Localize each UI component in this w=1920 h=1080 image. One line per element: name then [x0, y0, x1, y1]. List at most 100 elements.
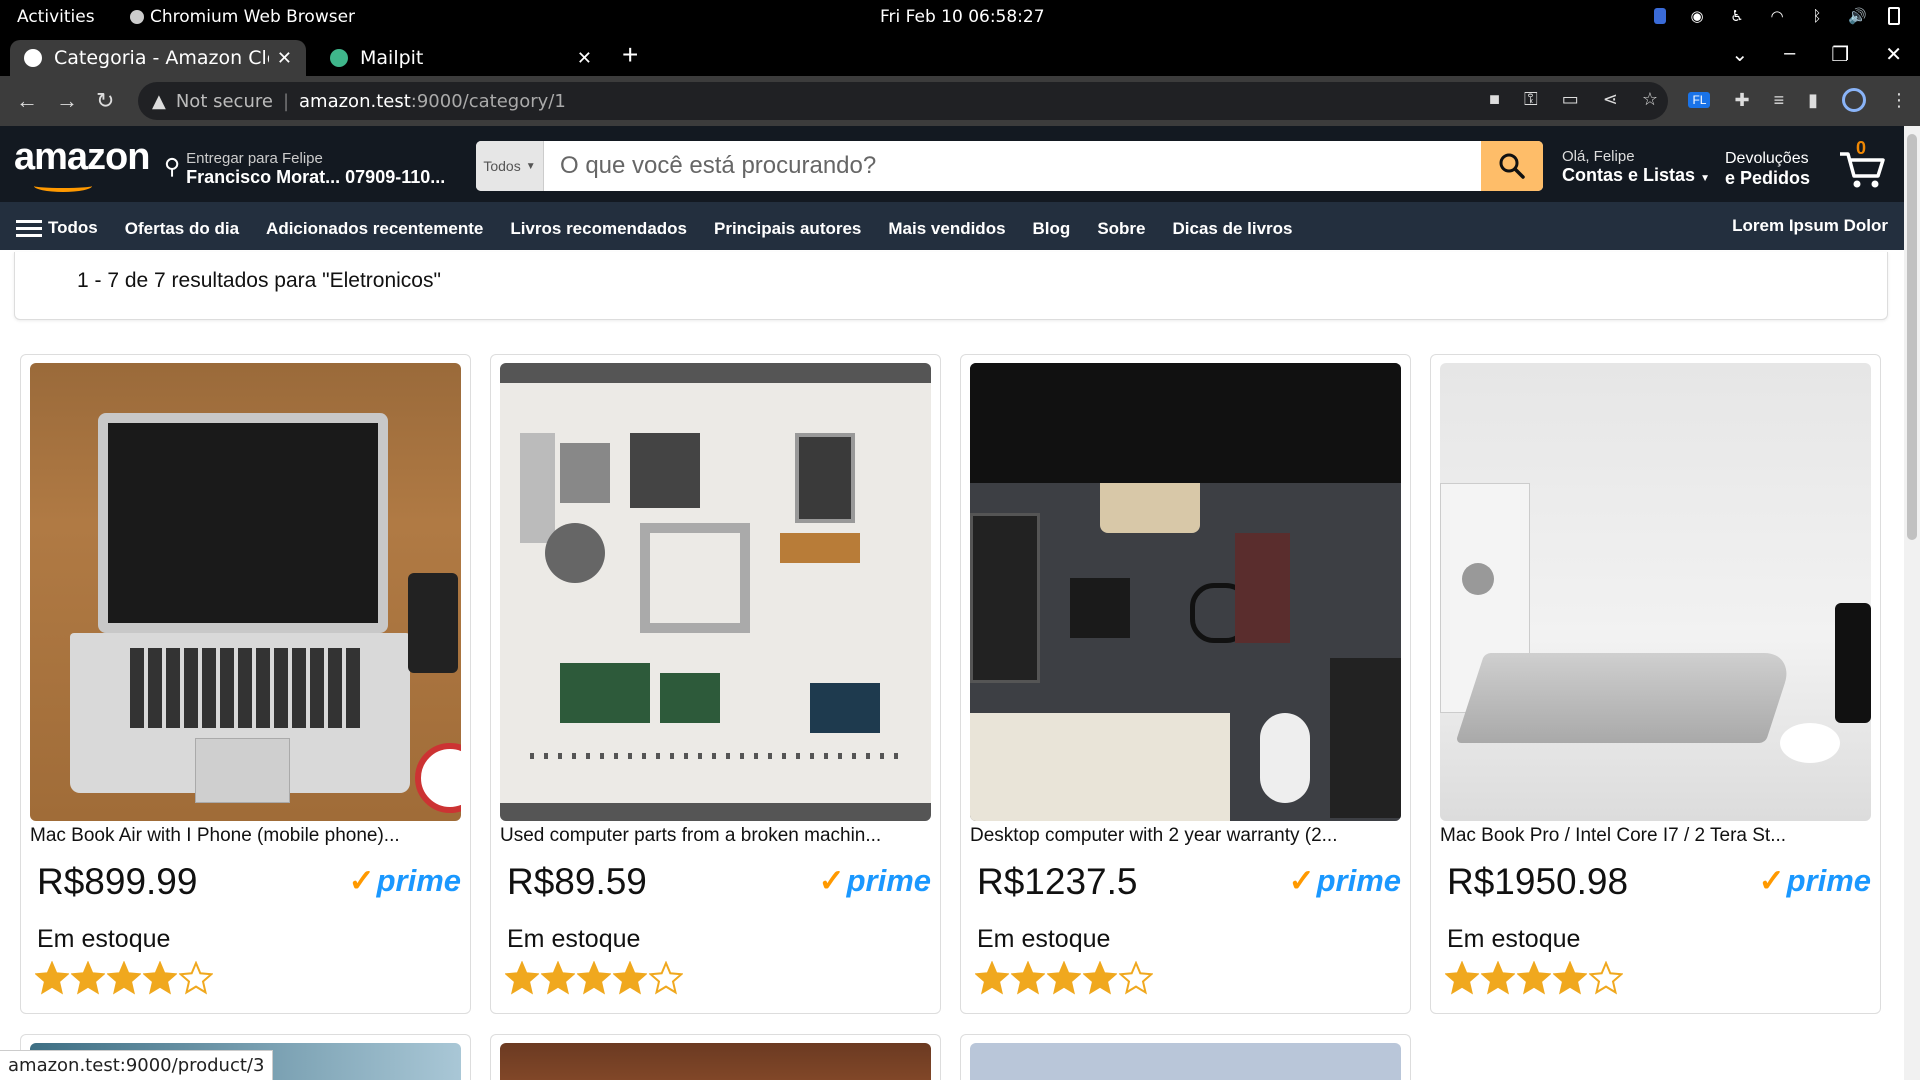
check-icon: ✓: [1288, 863, 1315, 898]
new-tab-button[interactable]: +: [622, 41, 638, 69]
star-filled-icon: [1517, 961, 1551, 995]
nav-item[interactable]: Blog: [1033, 219, 1071, 239]
volume-icon: 🔊: [1848, 7, 1867, 25]
star-filled-icon: [613, 961, 647, 995]
tab-search-icon[interactable]: ⌄: [1731, 42, 1748, 67]
nav-promo[interactable]: Lorem Ipsum Dolor: [1732, 216, 1888, 236]
close-tab-icon[interactable]: ✕: [577, 48, 592, 69]
clock[interactable]: Fri Feb 10 06:58:27: [880, 7, 1045, 27]
star-empty-icon: [1589, 961, 1623, 995]
close-tab-icon[interactable]: ✕: [277, 48, 292, 69]
product-name[interactable]: Used computer parts from a broken machin…: [500, 825, 931, 847]
nav-item[interactable]: Sobre: [1097, 219, 1145, 239]
product-price: R$1950.98: [1447, 861, 1629, 902]
product-card[interactable]: Used computer parts from a broken machin…: [490, 354, 941, 1014]
activities-button[interactable]: Activities: [17, 7, 95, 27]
tab-title: Categoria - Amazon Clone: [54, 47, 269, 69]
product-image[interactable]: [500, 363, 931, 821]
delivery-location[interactable]: ⚲ Entregar para Felipe Francisco Morat..…: [164, 150, 445, 188]
prime-badge: ✓prime: [1759, 863, 1871, 899]
extension-icons: FL ✚ ≡ ▮ ⋮: [1688, 88, 1908, 112]
returns-orders[interactable]: Devoluções e Pedidos: [1725, 150, 1810, 189]
close-window-icon[interactable]: ✕: [1885, 42, 1902, 67]
extension-fl-icon[interactable]: FL: [1688, 92, 1711, 108]
nav-item[interactable]: Dicas de livros: [1173, 219, 1293, 239]
product-image[interactable]: [30, 363, 461, 821]
product-card[interactable]: Mac Book Air with I Phone (mobile phone)…: [20, 354, 471, 1014]
security-label[interactable]: Not secure: [176, 91, 273, 112]
star-icon[interactable]: ☆: [1642, 89, 1658, 110]
prime-badge: ✓prime: [1289, 863, 1401, 899]
returns-label: Devoluções: [1725, 150, 1809, 167]
minimize-icon[interactable]: –: [1784, 42, 1795, 67]
deliver-address: Francisco Morat... 07909-110...: [186, 167, 446, 187]
tab-categoria[interactable]: Categoria - Amazon Clone ✕: [10, 40, 306, 76]
product-image[interactable]: [970, 363, 1401, 821]
product-image[interactable]: [1440, 363, 1871, 821]
sidepanel-icon[interactable]: ▮: [1808, 90, 1818, 111]
key-icon[interactable]: ⚿: [1524, 89, 1538, 110]
greeting: Olá, Felipe: [1562, 148, 1635, 165]
product-name[interactable]: Mac Book Air with I Phone (mobile phone)…: [30, 825, 461, 847]
nav-item[interactable]: Ofertas do dia: [125, 219, 239, 239]
account-menu[interactable]: Olá, Felipe Contas e Listas ▼: [1562, 148, 1710, 186]
star-filled-icon: [505, 961, 539, 995]
star-empty-icon: [649, 961, 683, 995]
search-input[interactable]: [544, 141, 1481, 191]
prime-badge: ✓prime: [349, 863, 461, 899]
page-scrollbar[interactable]: [1904, 126, 1920, 1080]
puzzle-icon[interactable]: ✚: [1734, 90, 1749, 111]
warning-icon[interactable]: ▲: [152, 91, 166, 112]
profile-icon[interactable]: [1842, 88, 1866, 112]
account-label: Contas e Listas: [1562, 165, 1696, 185]
reload-icon[interactable]: ↻: [96, 88, 114, 114]
forward-icon[interactable]: →: [56, 88, 78, 114]
amazon-logo[interactable]: amazon: [14, 136, 150, 192]
app-menu[interactable]: Chromium Web Browser: [130, 7, 355, 27]
cart-button[interactable]: 0: [1836, 138, 1888, 192]
prime-label: prime: [846, 863, 931, 898]
tab-mailpit[interactable]: Mailpit ✕: [316, 40, 606, 76]
url-host: amazon.test: [299, 90, 411, 112]
share-icon[interactable]: ⋖: [1603, 89, 1618, 110]
address-bar[interactable]: ▲ Not secure | amazon.test:9000/category…: [138, 82, 1668, 120]
card-icon[interactable]: ▭: [1562, 89, 1579, 110]
tab-strip: Categoria - Amazon Clone ✕ Mailpit ✕: [0, 34, 1920, 76]
nav-item[interactable]: Adicionados recentemente: [266, 219, 483, 239]
star-rating: [505, 961, 683, 995]
product-name[interactable]: Desktop computer with 2 year warranty (2…: [970, 825, 1401, 847]
product-price: R$1237.5: [977, 861, 1138, 902]
scrollbar-thumb[interactable]: [1907, 134, 1917, 540]
camera-icon[interactable]: ■: [1489, 89, 1500, 110]
nav-item[interactable]: Livros recomendados: [510, 219, 687, 239]
restore-icon[interactable]: ❐: [1831, 42, 1849, 67]
product-image[interactable]: [970, 1043, 1401, 1080]
results-text: 1 - 7 de 7 resultados para "Eletronicos": [77, 269, 441, 292]
wifi-icon: ◠: [1770, 7, 1784, 25]
star-empty-icon: [1119, 961, 1153, 995]
deliver-label: Entregar para Felipe: [186, 150, 323, 167]
stock-status: Em estoque: [1447, 925, 1581, 953]
prime-badge: ✓prime: [819, 863, 931, 899]
system-tray[interactable]: ◉ ♿ ◠ ᛒ 🔊: [1654, 6, 1900, 26]
nav-item[interactable]: Principais autores: [714, 219, 861, 239]
product-image[interactable]: [500, 1043, 931, 1080]
star-filled-icon: [1011, 961, 1045, 995]
back-icon[interactable]: ←: [16, 88, 38, 114]
star-filled-icon: [1481, 961, 1515, 995]
product-card-partial[interactable]: [490, 1034, 941, 1080]
search-category-select[interactable]: Todos ▼: [476, 141, 544, 191]
check-icon: ✓: [348, 863, 375, 898]
media-icon[interactable]: ≡: [1774, 90, 1785, 111]
menu-icon[interactable]: ⋮: [1890, 90, 1908, 111]
star-filled-icon: [1445, 961, 1479, 995]
system-top-bar: Activities Chromium Web Browser Fri Feb …: [0, 0, 1920, 34]
all-menu-button[interactable]: Todos: [16, 216, 98, 241]
product-card-partial[interactable]: [960, 1034, 1411, 1080]
url-path: :9000/category/1: [410, 90, 566, 112]
search-button[interactable]: [1481, 141, 1543, 191]
product-name[interactable]: Mac Book Pro / Intel Core I7 / 2 Tera St…: [1440, 825, 1871, 847]
nav-item[interactable]: Mais vendidos: [888, 219, 1005, 239]
product-card[interactable]: Desktop computer with 2 year warranty (2…: [960, 354, 1411, 1014]
product-card[interactable]: Mac Book Pro / Intel Core I7 / 2 Tera St…: [1430, 354, 1881, 1014]
